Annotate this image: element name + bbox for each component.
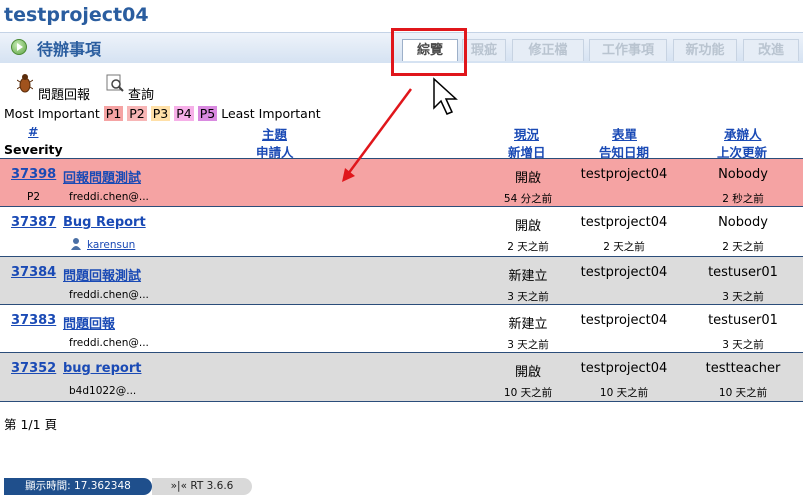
annotation-arrow: [346, 88, 413, 175]
annotation-overlay: [342, 77, 458, 182]
mouse-cursor-icon: [433, 77, 458, 115]
annotation-arrowhead: [342, 168, 355, 182]
